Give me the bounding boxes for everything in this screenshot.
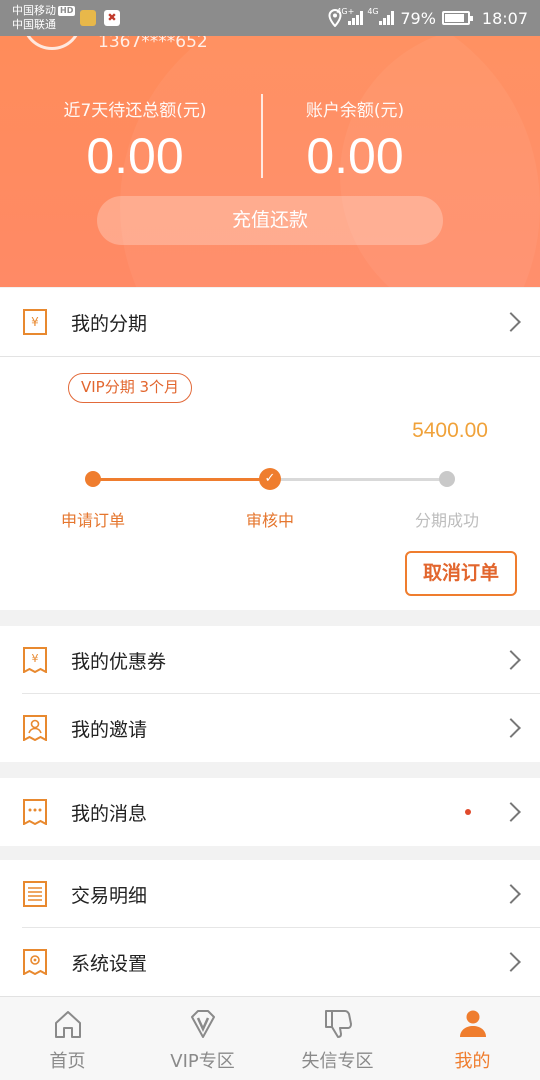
battery-percent: 79% [400, 8, 436, 28]
carrier-1: 中国移动 [12, 4, 56, 17]
nav-label: 失信专区 [301, 1051, 374, 1072]
battery-icon [441, 11, 473, 25]
chevron-right-icon [501, 650, 521, 670]
account-header: 1367****652 近7天待还总额(元) 0.00 账户余额(元) 0.00… [0, 36, 540, 287]
invite-row[interactable]: 我的邀请 [0, 694, 540, 762]
chevron-right-icon [501, 952, 521, 972]
hd-badge: HD [58, 6, 76, 16]
coupons-row[interactable]: ¥ 我的优惠券 [0, 626, 540, 694]
check-icon: ✓ [259, 468, 281, 490]
bottom-nav: 首页 VIP专区 失信专区 我的 [0, 996, 540, 1080]
messages-label: 我的消息 [71, 802, 148, 825]
nav-label: 我的 [454, 1051, 491, 1072]
avatar[interactable] [22, 36, 82, 50]
nav-label: VIP专区 [170, 1051, 235, 1072]
transactions-row[interactable]: 交易明细 [0, 860, 540, 928]
nav-blacklist[interactable]: 失信专区 [270, 997, 405, 1080]
notification-app-icon [80, 10, 96, 26]
carrier-info: 中国移动 HD 中国联通 [12, 4, 76, 32]
step-node-applied [85, 471, 101, 487]
transactions-label: 交易明细 [71, 884, 148, 907]
carrier-2: 中国联通 [12, 18, 56, 31]
net-type-1: 4G+ [336, 7, 355, 16]
chevron-right-icon [501, 312, 521, 332]
user-icon [459, 1010, 486, 1037]
svg-text:¥: ¥ [31, 315, 39, 329]
svg-text:¥: ¥ [32, 652, 39, 665]
step-label: 申请订单 [60, 511, 125, 530]
cancel-order-button[interactable]: 取消订单 [405, 551, 517, 596]
installment-row[interactable]: ¥ 我的分期 [0, 288, 540, 356]
settings-row[interactable]: 系统设置 [0, 928, 540, 996]
messages-row[interactable]: 我的消息 [0, 778, 540, 846]
chevron-right-icon [501, 802, 521, 822]
phone-number: 1367****652 [98, 36, 208, 52]
chevron-right-icon [501, 884, 521, 904]
invite-icon [23, 715, 47, 741]
notification-app-icon-2: ✖ [104, 10, 120, 26]
clock: 18:07 [481, 8, 528, 28]
recharge-button[interactable]: 充值还款 [97, 196, 443, 245]
progress-track-pending [270, 478, 447, 481]
signal-icon-2: 4G [367, 7, 395, 25]
vip-installment-tag: VIP分期 3个月 [68, 373, 193, 403]
message-icon [23, 799, 47, 825]
balance-value: 0.00 [306, 128, 404, 184]
step-label: 分期成功 [414, 511, 479, 530]
gear-icon [23, 949, 47, 975]
balance-block: 账户余额(元) 0.00 [220, 96, 490, 185]
installment-title: 我的分期 [71, 312, 148, 335]
transactions-icon [23, 881, 47, 907]
status-right: 4G+ 4G 79% 18:07 [328, 0, 528, 36]
settings-label: 系统设置 [71, 952, 148, 975]
coupon-icon: ¥ [23, 647, 47, 673]
status-bar: 中国移动 HD 中国联通 ✖ 4G+ 4G 79% 18:07 [0, 0, 540, 36]
vip-icon [190, 1010, 215, 1038]
installment-icon: ¥ [23, 309, 47, 335]
balance-label: 账户余额(元) [305, 101, 405, 121]
nav-home[interactable]: 首页 [0, 997, 135, 1080]
invite-label: 我的邀请 [71, 718, 148, 741]
installment-amount: 5400.00 [412, 419, 488, 442]
coupons-label: 我的优惠券 [71, 650, 167, 673]
thumbs-down-icon [324, 1010, 352, 1038]
unread-dot [465, 809, 471, 815]
chevron-right-icon [501, 718, 521, 738]
nav-label: 首页 [49, 1051, 86, 1072]
nav-vip[interactable]: VIP专区 [135, 997, 270, 1080]
home-icon [54, 1011, 81, 1038]
installment-card: VIP分期 3个月 5400.00 ✓ 申请订单 审核中 分期成功 取消订单 [0, 356, 540, 610]
signal-icon-1: 4G+ [336, 7, 364, 25]
step-node-success [439, 471, 455, 487]
nav-mine[interactable]: 我的 [405, 997, 540, 1080]
progress-track-done [93, 478, 270, 481]
step-label: 审核中 [245, 511, 294, 530]
net-type-2: 4G [367, 7, 379, 16]
